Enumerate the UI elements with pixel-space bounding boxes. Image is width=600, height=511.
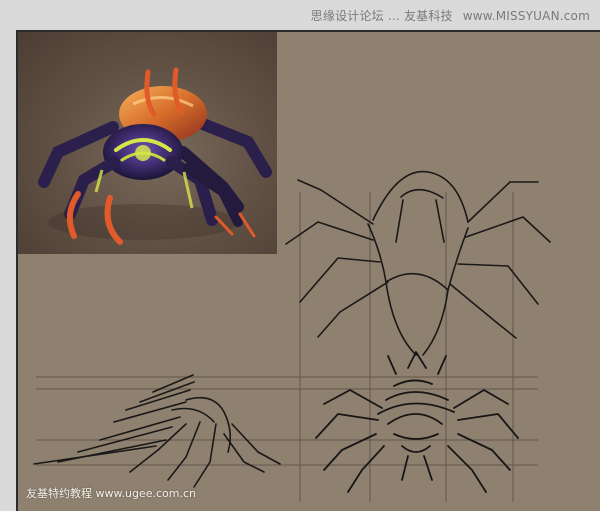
top-watermark-site: www.MISSYUAN.com xyxy=(462,9,590,23)
drawing-canvas[interactable]: 友基特约教程 www.ugee.com.cn xyxy=(16,30,600,511)
top-watermark-text: 思缘设计论坛 ... 友基科技 xyxy=(310,9,453,23)
top-watermark: 思缘设计论坛 ... 友基科技 www.MISSYUAN.com xyxy=(311,7,590,24)
screenshot-page: 思缘设计论坛 ... 友基科技 www.MISSYUAN.com 友基特约教程 … xyxy=(0,0,600,511)
pencil-sketch-lines-icon xyxy=(33,170,551,502)
bottom-watermark: 友基特约教程 www.ugee.com.cn xyxy=(26,487,196,500)
